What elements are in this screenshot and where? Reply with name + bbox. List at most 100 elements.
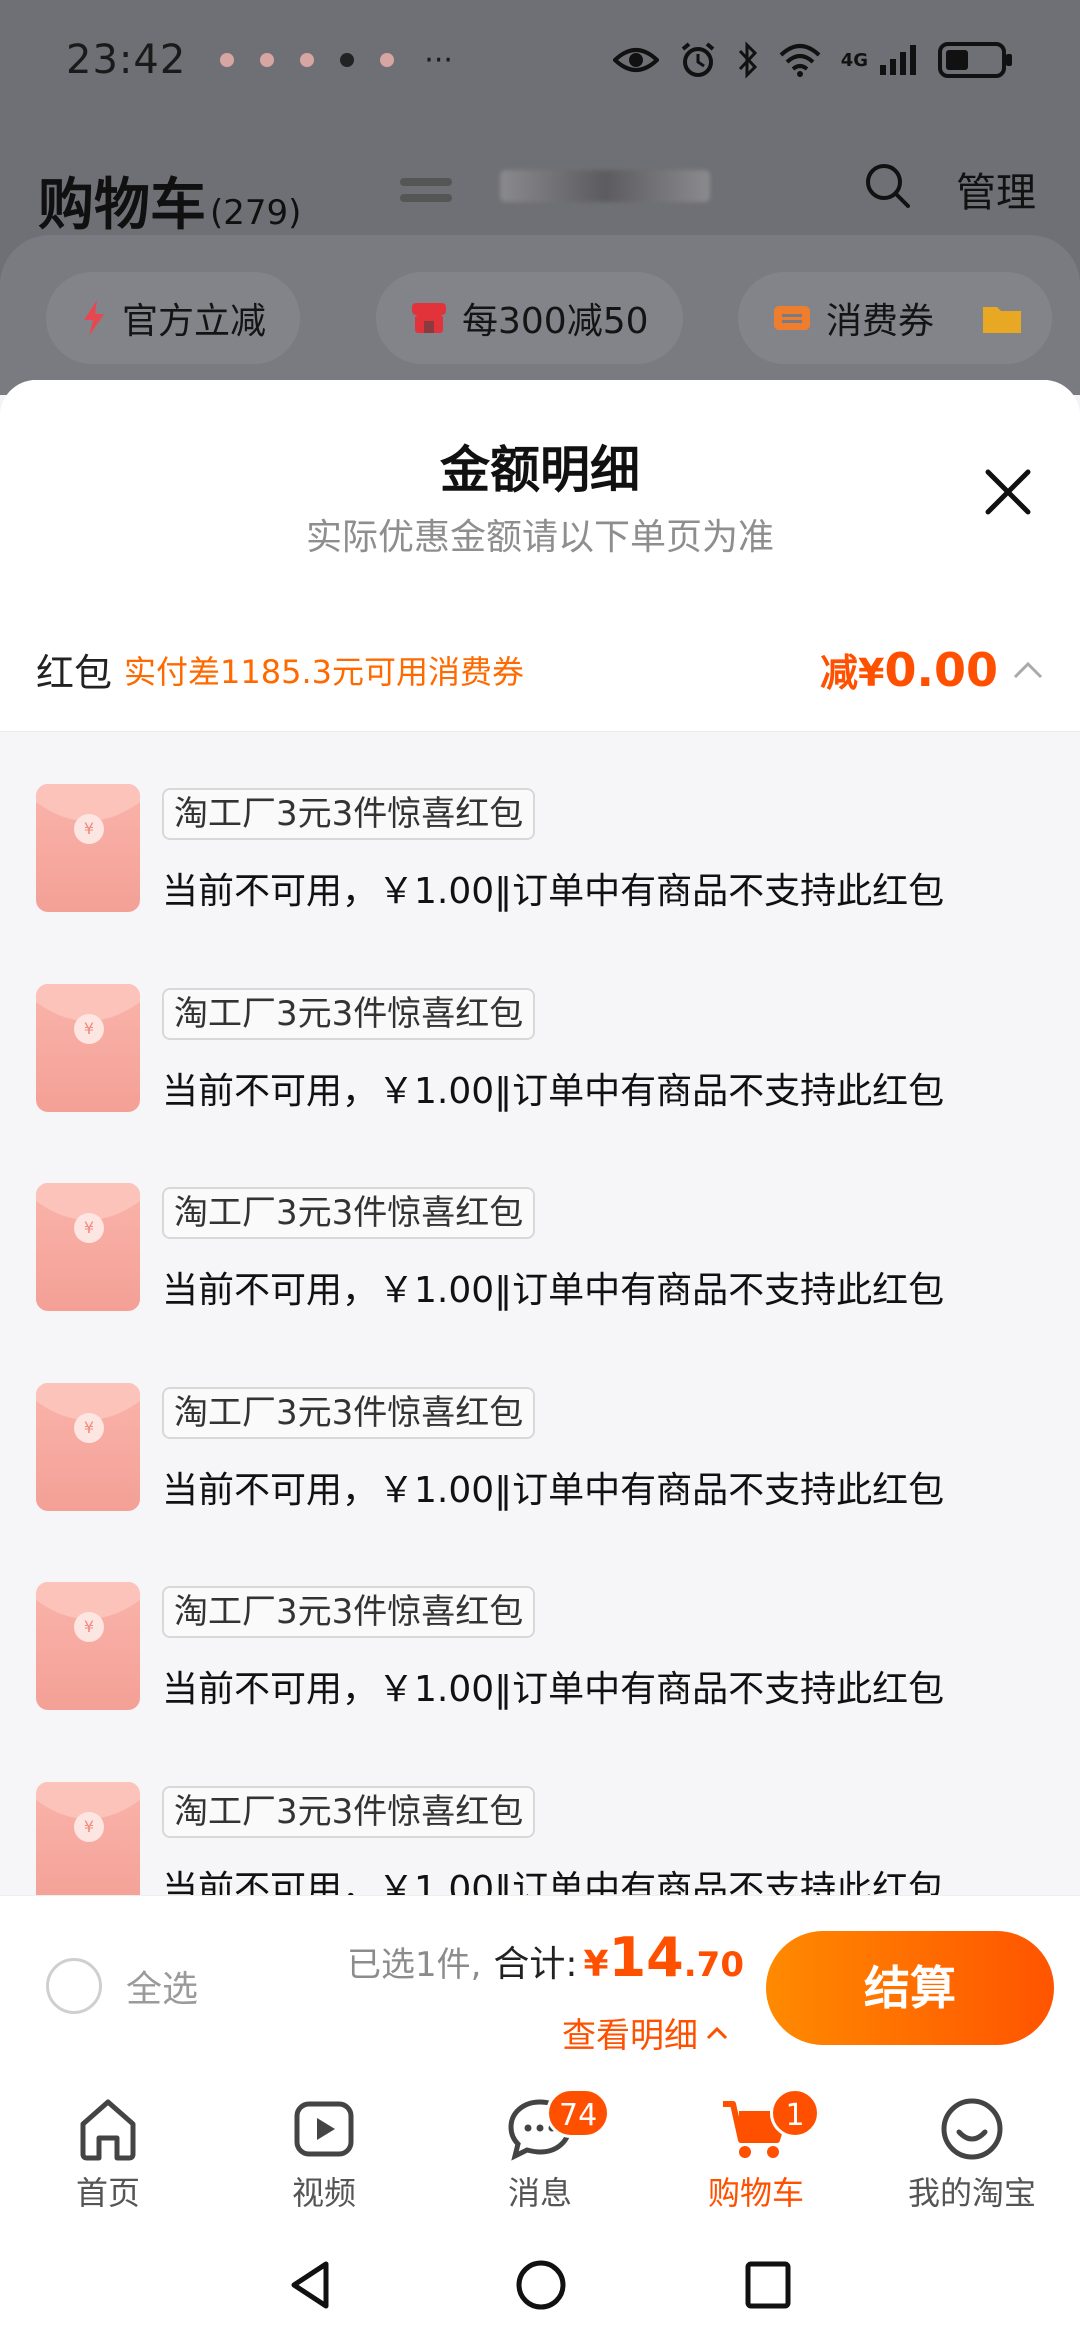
recents-icon[interactable] — [744, 2258, 792, 2312]
cart-badge: 1 — [770, 2088, 820, 2138]
status-time: 23:42 — [66, 37, 187, 83]
total-amount: ¥14.70 — [584, 1926, 744, 1989]
select-all-label: 全选 — [126, 1969, 199, 2010]
promo-label: 官方立减 — [122, 301, 267, 342]
tab-profile[interactable]: 我的淘宝 — [864, 2080, 1080, 2230]
envelope-seal: ¥ — [74, 1213, 104, 1243]
sheet-header: 金额明细 实际优惠金额请以下单页为准 红包 实付差1185.3元可用消费券 减¥… — [0, 380, 1080, 732]
promo-label: 每300减50 — [462, 301, 649, 342]
select-all-toggle[interactable]: 全选 — [46, 1958, 198, 2014]
tab-video[interactable]: 视频 — [216, 2080, 432, 2230]
notification-icon — [340, 53, 355, 67]
address-placeholder — [400, 194, 452, 202]
coupon-item: ¥ 淘工厂3元3件惊喜红包 当前不可用，￥1.00‖订单中有商品不支持此红包 — [36, 1582, 1046, 1722]
video-icon — [294, 2101, 354, 2157]
envelope-icon: ¥ — [36, 1383, 140, 1511]
checkout-button[interactable]: 结算 — [766, 1931, 1054, 2045]
tab-label: 购物车 — [707, 2174, 804, 2212]
amount-prefix: 减¥ — [820, 651, 885, 695]
envelope-seal: ¥ — [74, 1014, 104, 1044]
search-icon[interactable] — [862, 160, 912, 210]
tab-label: 我的淘宝 — [907, 2174, 1036, 2212]
envelope-icon: ¥ — [36, 784, 140, 912]
envelope-seal: ¥ — [74, 814, 104, 844]
manage-button[interactable]: 管理 — [956, 160, 1036, 218]
alarm-icon — [681, 42, 714, 77]
red-packet-row[interactable]: 红包 实付差1185.3元可用消费券 减¥0.00 — [0, 608, 1080, 732]
coupon-name: 淘工厂3元3件惊喜红包 — [162, 1786, 536, 1838]
promo-label: 消费券 — [826, 301, 935, 342]
profile-icon — [941, 2098, 1003, 2160]
coupon-status: 当前不可用，￥1.00‖订单中有商品不支持此红包 — [162, 1270, 945, 1311]
home-icon — [80, 2099, 136, 2161]
home-nav-icon[interactable] — [514, 2258, 568, 2312]
cart-title: 购物车 — [38, 173, 206, 238]
coupon-status: 当前不可用，￥1.00‖订单中有商品不支持此红包 — [162, 1071, 945, 1112]
checkout-bar: 全选 已选1件, 合计: ¥14.70 查看明细 结算 — [0, 1895, 1080, 2080]
view-detail-link[interactable]: 查看明细 — [562, 2008, 728, 2057]
coupon-item: ¥ 淘工厂3元3件惊喜红包 当前不可用，￥1.00‖订单中有商品不支持此红包 — [36, 1383, 1046, 1523]
coupon-name: 淘工厂3元3件惊喜红包 — [162, 788, 536, 840]
coupon-item: ¥ 淘工厂3元3件惊喜红包 当前不可用，￥1.00‖订单中有商品不支持此红包 — [36, 1782, 1046, 1895]
cart-count: (279) — [210, 193, 302, 233]
eye-icon — [612, 48, 659, 72]
chevron-up-icon[interactable] — [1012, 660, 1044, 680]
close-icon[interactable] — [980, 464, 1036, 520]
ticket-icon — [774, 306, 810, 330]
notification-icons: ··· — [220, 43, 453, 78]
tab-cart[interactable]: 购物车 1 — [648, 2080, 864, 2230]
bluetooth-icon — [738, 41, 757, 79]
envelope-seal: ¥ — [74, 1413, 104, 1443]
promo-chip-official[interactable]: 官方立减 — [46, 272, 301, 364]
tab-home[interactable]: 首页 — [0, 2080, 216, 2230]
coupon-name: 淘工厂3元3件惊喜红包 — [162, 988, 536, 1040]
amount-value: 0.00 — [884, 643, 999, 697]
screen: 23:42 ··· 4G 购物车 (279) 管理 官方立减 每300减50 消… — [0, 0, 1080, 2340]
select-all-checkbox[interactable] — [46, 1958, 102, 2014]
tab-bar: 首页 视频 消息 74 购物车 1 我的淘宝 — [0, 2080, 1080, 2230]
coupon-status: 当前不可用，￥1.00‖订单中有商品不支持此红包 — [162, 1869, 945, 1895]
envelope-seal: ¥ — [74, 1812, 104, 1842]
tab-messages[interactable]: 消息 74 — [432, 2080, 648, 2230]
currency-symbol: ¥ — [583, 1944, 609, 1985]
signal-icon — [880, 45, 916, 75]
promo-chip-folder[interactable] — [952, 272, 1052, 364]
folder-icon — [983, 307, 1021, 333]
total-integer: 14 — [608, 1926, 684, 1989]
selected-count: 已选1件, — [346, 1945, 482, 1985]
system-nav-bar — [0, 2230, 1080, 2340]
wifi-icon — [779, 44, 821, 77]
tab-label: 视频 — [291, 2174, 356, 2212]
envelope-icon: ¥ — [36, 1782, 140, 1895]
envelope-icon: ¥ — [36, 984, 140, 1112]
shop-icon — [412, 303, 446, 333]
notification-icon — [380, 53, 395, 67]
coupon-item: ¥ 淘工厂3元3件惊喜红包 当前不可用，￥1.00‖订单中有商品不支持此红包 — [36, 784, 1046, 924]
notification-icon — [220, 53, 235, 67]
chevron-up-icon — [706, 2026, 728, 2039]
envelope-icon: ¥ — [36, 1183, 140, 1311]
battery-icon — [938, 42, 1012, 78]
status-bar: 23:42 ··· 4G — [0, 0, 1080, 120]
network-type: 4G — [840, 49, 868, 71]
red-packet-label: 红包 — [36, 651, 113, 695]
coupon-name: 淘工厂3元3件惊喜红包 — [162, 1586, 536, 1638]
tab-label: 消息 — [507, 2174, 572, 2212]
cart-header: 购物车 (279) 管理 官方立减 每300减50 消费券 — [0, 120, 1080, 395]
notification-icon — [260, 53, 275, 67]
notification-icon — [300, 53, 315, 67]
envelope-icon: ¥ — [36, 1582, 140, 1710]
more-notifications: ··· — [424, 42, 453, 78]
coupon-name: 淘工厂3元3件惊喜红包 — [162, 1187, 536, 1239]
red-packet-amount-group: 减¥0.00 — [820, 642, 1044, 697]
cart-title-row: 购物车 (279) — [38, 160, 301, 241]
sheet-subtitle: 实际优惠金额请以下单页为准 — [305, 517, 774, 558]
promo-chip-discount[interactable]: 每300减50 — [376, 272, 683, 364]
back-icon[interactable] — [286, 2258, 334, 2312]
sheet-title: 金额明细 — [440, 441, 640, 499]
coupon-status: 当前不可用，￥1.00‖订单中有商品不支持此红包 — [162, 871, 945, 912]
coupon-item: ¥ 淘工厂3元3件惊喜红包 当前不可用，￥1.00‖订单中有商品不支持此红包 — [36, 984, 1046, 1124]
tab-label: 首页 — [75, 2174, 140, 2212]
red-packet-amount: 减¥0.00 — [820, 642, 998, 697]
coupon-item: ¥ 淘工厂3元3件惊喜红包 当前不可用，￥1.00‖订单中有商品不支持此红包 — [36, 1183, 1046, 1323]
